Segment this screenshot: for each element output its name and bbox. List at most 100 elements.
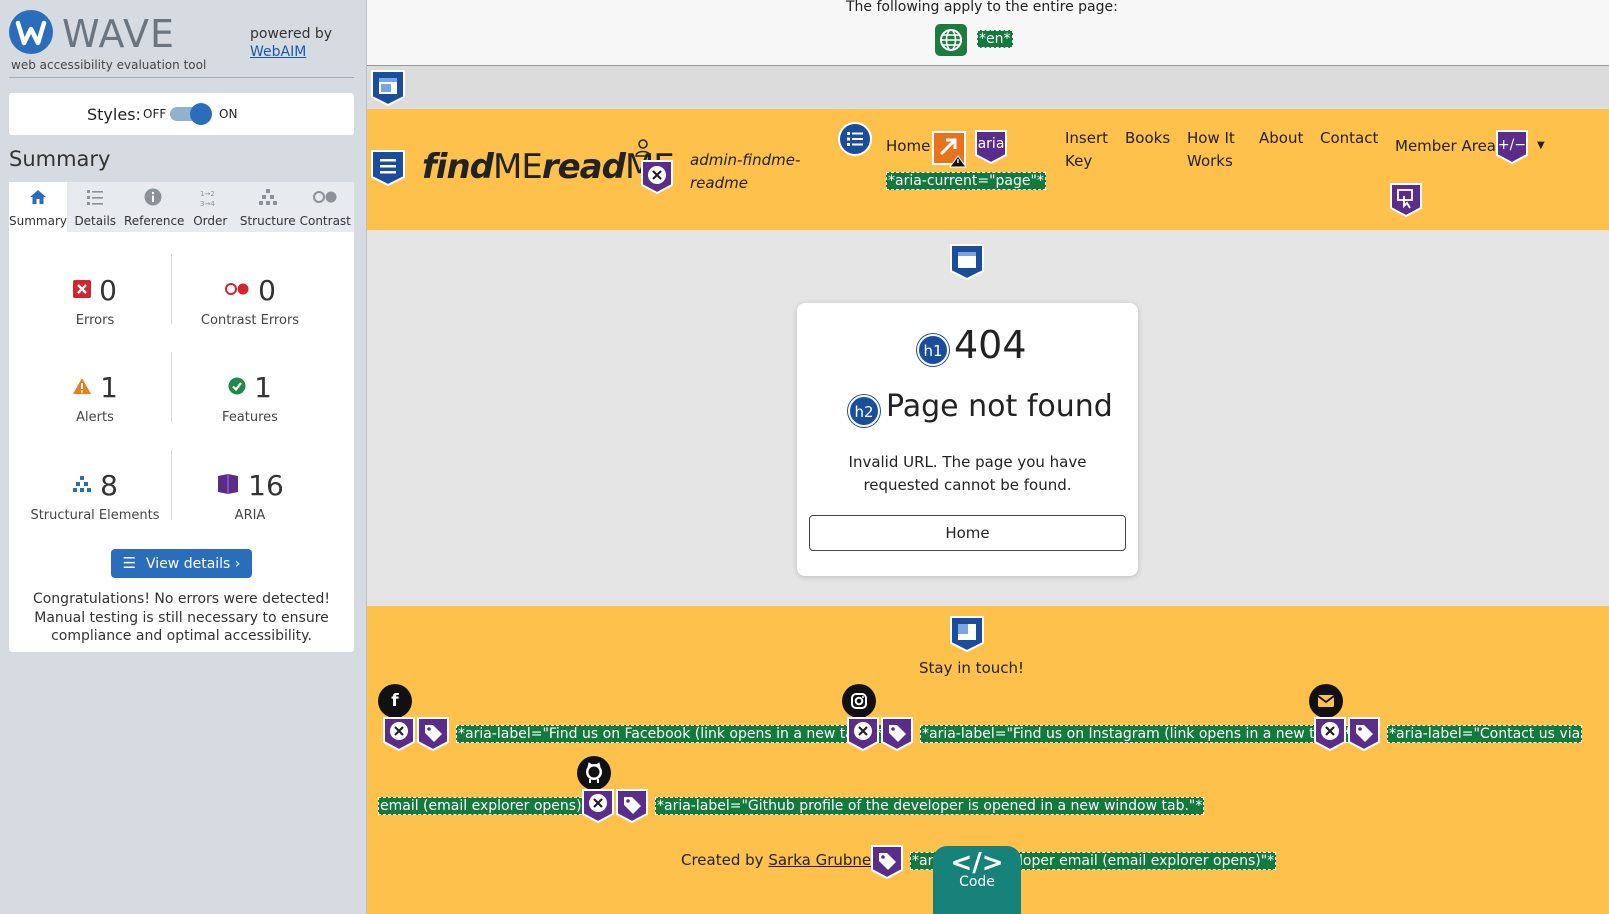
brand-find: find <box>422 147 494 187</box>
wave-sidebar: WAVE web accessibility evaluation tool p… <box>0 0 367 914</box>
styles-label: Styles: <box>87 105 141 124</box>
structural-label: Structural Elements <box>30 508 160 523</box>
view-details-button[interactable]: ☰ View details › <box>111 549 252 578</box>
aria-expanded-text: +/− <box>1497 137 1527 153</box>
tab-contrast[interactable]: Contrast <box>297 182 355 232</box>
error-code-heading: 404 <box>954 323 1027 367</box>
site-header: findMEreadME admin-findme- readme Home I… <box>367 109 1609 230</box>
nav-insert-key[interactable]: Insert Key <box>1065 127 1108 173</box>
wave-logo-icon <box>9 10 53 54</box>
svg-text:1→2: 1→2 <box>200 190 215 198</box>
aria-label-tag-icon[interactable] <box>615 788 649 824</box>
tab-order[interactable]: 1→2 3→4 Order <box>182 182 240 232</box>
aria-badge-icon[interactable]: aria <box>974 129 1008 165</box>
styles-toggle[interactable] <box>170 103 212 125</box>
contrast-errors-count: 0 <box>258 274 276 307</box>
aria-label-tag-icon[interactable] <box>416 716 450 752</box>
page-level-bar: The following apply to the entire page: … <box>367 0 1609 66</box>
alerts-label: Alerts <box>76 410 114 425</box>
list-structure-icon[interactable] <box>837 121 873 157</box>
tab-label: Order <box>193 214 228 228</box>
lang-tag: *en* <box>977 30 1013 48</box>
tab-details[interactable]: Details <box>67 182 125 232</box>
summary-heading: Summary <box>9 147 111 171</box>
author-link[interactable]: Sarka Grubner <box>768 851 877 869</box>
stat-aria[interactable]: 16 ARIA <box>170 469 330 523</box>
nav-home[interactable]: Home <box>886 135 930 158</box>
errors-count: 0 <box>99 274 117 307</box>
nav-contact[interactable]: Contact <box>1320 127 1378 150</box>
info-icon <box>124 188 182 210</box>
tab-label: Summary <box>9 214 67 228</box>
created-by: Created by Sarka Grubner <box>681 851 877 869</box>
nav-about[interactable]: About <box>1259 127 1303 150</box>
email-icon[interactable] <box>1309 684 1343 718</box>
aria-expanded-icon[interactable]: +/− <box>1495 129 1529 165</box>
main-landmark-icon[interactable] <box>949 243 985 281</box>
nav-member-area[interactable]: Member Area <box>1395 135 1496 158</box>
errors-label: Errors <box>75 313 115 328</box>
aria-current-tag: *aria-current="page"* <box>886 172 1046 190</box>
site-footer: Stay in touch! f *aria-label="Find us on… <box>367 606 1609 914</box>
nav-books[interactable]: Books <box>1125 127 1170 150</box>
aria-hidden-icon[interactable] <box>846 716 880 752</box>
tab-reference[interactable]: Reference <box>124 182 185 232</box>
h1-badge-icon[interactable]: h1 <box>917 334 949 366</box>
code-toggle-button[interactable]: </> Code <box>933 846 1021 914</box>
stat-alerts[interactable]: 1 Alerts <box>15 371 175 425</box>
tab-summary[interactable]: Summary <box>9 182 67 232</box>
alerts-count: 1 <box>100 371 118 404</box>
aria-label-tag-icon[interactable] <box>870 844 904 880</box>
aria-hidden-icon[interactable] <box>382 716 416 752</box>
aria-hidden-icon[interactable] <box>640 159 674 195</box>
user-icon <box>635 139 651 161</box>
webaim-link[interactable]: WebAIM <box>250 43 332 61</box>
tab-label: Reference <box>124 214 185 228</box>
error-message: Invalid URL. The page you have requested… <box>848 453 1087 494</box>
aria-hidden-icon[interactable] <box>581 788 615 824</box>
facebook-icon[interactable]: f <box>378 684 412 718</box>
home-button[interactable]: Home <box>809 515 1126 551</box>
footer-landmark-icon[interactable] <box>949 615 985 653</box>
error-card: h1 404 h2 Page not found Invalid URL. Th… <box>797 303 1138 576</box>
tab-structure[interactable]: Structure <box>239 182 297 232</box>
powered-by-text: powered by <box>250 26 333 42</box>
aria-popup-icon[interactable] <box>1389 182 1423 218</box>
header-landmark-icon[interactable] <box>370 69 406 107</box>
chevron-down-icon[interactable]: ▼ <box>1537 140 1545 151</box>
instagram-icon[interactable] <box>842 684 876 718</box>
list-icon <box>67 188 125 210</box>
page-apply-text: The following apply to the entire page: <box>846 0 1118 15</box>
powered-by: powered by WebAIM <box>250 25 332 61</box>
nav-label: Key <box>1065 152 1093 170</box>
username[interactable]: admin-findme- readme <box>690 149 800 195</box>
structure-tree-icon <box>72 475 92 497</box>
navigation-landmark-icon[interactable] <box>370 149 406 187</box>
aria-label-contact: *aria-label="Contact us via <box>1387 725 1583 743</box>
nav-label: Insert <box>1065 129 1109 147</box>
stat-errors[interactable]: 0 Errors <box>15 274 175 328</box>
evaluated-page: The following apply to the entire page: … <box>367 0 1609 914</box>
contrast-errors-label: Contrast Errors <box>200 313 300 328</box>
aria-label: ARIA <box>234 508 266 523</box>
nav-how-it-works[interactable]: How It Works <box>1187 127 1235 173</box>
brand-me: ME <box>493 147 543 187</box>
aria-cube-icon <box>216 473 240 499</box>
styles-toggle-box: Styles: OFF ON <box>9 93 354 135</box>
feature-check-icon <box>228 377 246 399</box>
aria-label-tag-icon[interactable] <box>1347 716 1381 752</box>
stat-features[interactable]: 1 Features <box>170 371 330 425</box>
stay-in-touch: Stay in touch! <box>919 659 1025 677</box>
username-line: readme <box>690 174 748 192</box>
stat-contrast-errors[interactable]: 0 Contrast Errors <box>170 274 330 328</box>
view-details-label: View details › <box>146 556 241 572</box>
aria-label-tag-icon[interactable] <box>880 716 914 752</box>
language-globe-icon[interactable] <box>935 24 967 56</box>
aria-hidden-icon[interactable] <box>1313 716 1347 752</box>
alert-icon <box>72 377 92 399</box>
aria-label-developer-b: loper email (email explorer opens)"* <box>1017 852 1277 870</box>
redundant-link-alert-icon[interactable] <box>931 130 967 168</box>
github-icon[interactable] <box>577 756 611 790</box>
stat-structural[interactable]: 8 Structural Elements <box>15 469 175 523</box>
h2-badge-icon[interactable]: h2 <box>848 395 880 427</box>
